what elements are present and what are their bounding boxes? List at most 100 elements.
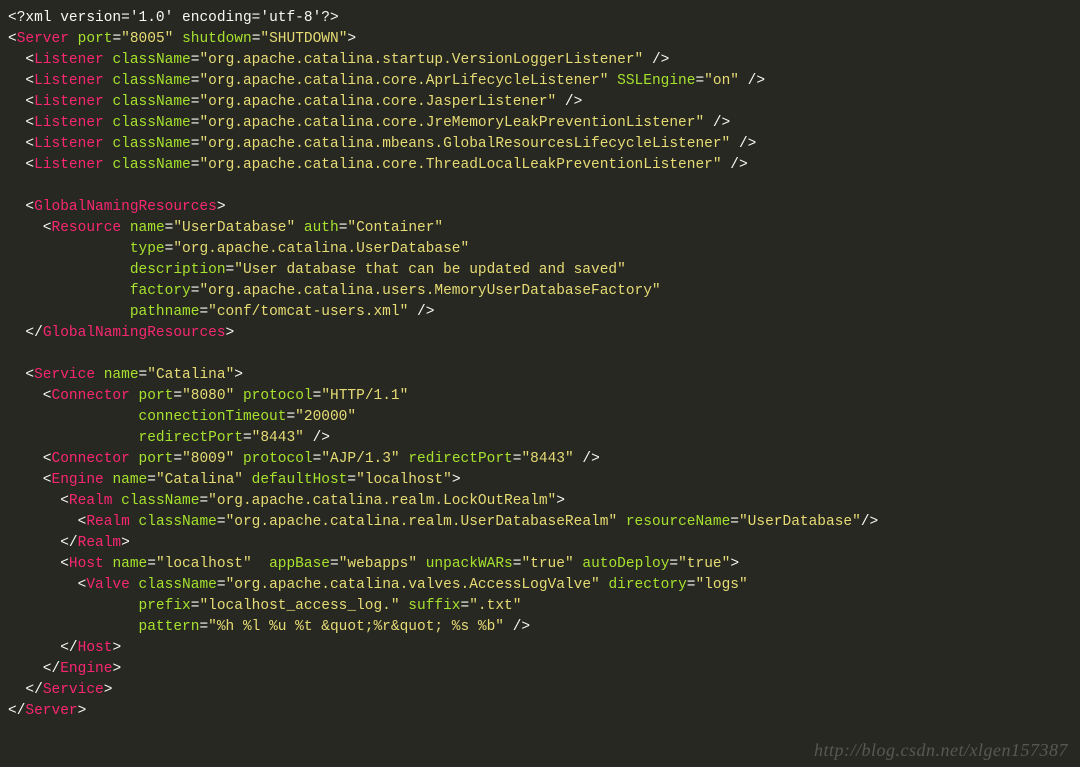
token-pi: <? <box>8 10 25 26</box>
token-br <box>8 241 130 257</box>
token-br: < <box>8 556 69 572</box>
token-br <box>130 388 139 404</box>
code-line: </Host> <box>8 640 121 656</box>
token-br <box>252 556 269 572</box>
token-br: = <box>347 472 356 488</box>
token-attr: pathname <box>130 304 200 320</box>
token-tag: Listener <box>34 136 104 152</box>
code-line: </Realm> <box>8 535 130 551</box>
code-line: <Service name="Catalina"> <box>8 367 243 383</box>
token-str: "20000" <box>295 409 356 425</box>
token-attr: redirectPort <box>139 430 243 446</box>
token-attr: name <box>112 472 147 488</box>
code-line: factory="org.apache.catalina.users.Memor… <box>8 283 661 299</box>
token-br: = <box>173 451 182 467</box>
token-str: "Catalina" <box>147 367 234 383</box>
code-line: </Service> <box>8 682 112 698</box>
code-line: prefix="localhost_access_log." suffix=".… <box>8 598 521 614</box>
token-pi: ?> <box>321 10 338 26</box>
code-line: <Listener className="org.apache.catalina… <box>8 157 748 173</box>
token-attr: className <box>112 94 190 110</box>
token-str: "8443" <box>252 430 304 446</box>
code-line: connectionTimeout="20000" <box>8 409 356 425</box>
token-br: /> <box>574 451 600 467</box>
token-br <box>400 598 409 614</box>
token-br: < <box>8 514 86 530</box>
token-tag: Listener <box>34 52 104 68</box>
token-br: > <box>112 640 121 656</box>
token-br: < <box>8 472 52 488</box>
token-br <box>173 31 182 47</box>
token-br: < <box>8 115 34 131</box>
token-tag: Service <box>43 682 104 698</box>
token-str: "org.apache.catalina.core.JasperListener… <box>199 94 556 110</box>
token-br: /> <box>861 514 878 530</box>
token-attr: className <box>112 115 190 131</box>
code-line: <Listener className="org.apache.catalina… <box>8 115 730 131</box>
token-br: = <box>313 451 322 467</box>
code-line: pattern="%h %l %u %t &quot;%r&quot; %s %… <box>8 619 530 635</box>
token-br <box>8 619 139 635</box>
token-attr: unpackWARs <box>426 556 513 572</box>
token-br: = <box>243 430 252 446</box>
token-str: "org.apache.catalina.valves.AccessLogVal… <box>226 577 600 593</box>
token-tag: Connector <box>52 388 130 404</box>
token-br: > <box>234 367 243 383</box>
token-br <box>8 304 130 320</box>
code-line: <GlobalNamingResources> <box>8 199 226 215</box>
code-line: <Server port="8005" shutdown="SHUTDOWN"> <box>8 31 356 47</box>
token-attr: type <box>130 241 165 257</box>
token-tag: Engine <box>60 661 112 677</box>
token-br: /> <box>643 52 669 68</box>
token-br: < <box>8 199 34 215</box>
token-br: < <box>8 52 34 68</box>
token-attr: port <box>78 31 113 47</box>
token-br: > <box>112 661 121 677</box>
token-str: "HTTP/1.1" <box>321 388 408 404</box>
token-br: > <box>121 535 130 551</box>
token-str: "localhost" <box>156 556 252 572</box>
token-str: "Container" <box>347 220 443 236</box>
token-attr: className <box>112 157 190 173</box>
token-str: "true" <box>678 556 730 572</box>
code-line: <Host name="localhost" appBase="webapps"… <box>8 556 739 572</box>
token-attr: autoDeploy <box>582 556 669 572</box>
token-br <box>8 283 130 299</box>
token-tag: Server <box>17 31 69 47</box>
token-str: "8005" <box>121 31 173 47</box>
token-attr: factory <box>130 283 191 299</box>
code-line: <Engine name="Catalina" defaultHost="loc… <box>8 472 461 488</box>
token-tag: Connector <box>52 451 130 467</box>
token-attr: protocol <box>243 451 313 467</box>
code-line: <Listener className="org.apache.catalina… <box>8 73 765 89</box>
token-br <box>121 220 130 236</box>
token-br <box>617 514 626 530</box>
token-br <box>243 472 252 488</box>
token-br: > <box>226 325 235 341</box>
token-br: </ <box>8 661 60 677</box>
token-br: = <box>147 556 156 572</box>
token-attr: port <box>139 388 174 404</box>
token-str: "logs" <box>695 577 747 593</box>
token-tag: GlobalNamingResources <box>43 325 226 341</box>
token-br: = <box>139 367 148 383</box>
token-str: "on" <box>704 73 739 89</box>
token-attr: connectionTimeout <box>139 409 287 425</box>
token-tag: Resource <box>52 220 122 236</box>
token-attr: directory <box>608 577 686 593</box>
token-br: = <box>217 514 226 530</box>
token-br: </ <box>8 535 78 551</box>
token-tag: Realm <box>78 535 122 551</box>
token-str: "org.apache.catalina.core.AprLifecycleLi… <box>199 73 608 89</box>
code-line: description="User database that can be u… <box>8 262 626 278</box>
token-tag: Realm <box>86 514 130 530</box>
code-line: <Realm className="org.apache.catalina.re… <box>8 493 565 509</box>
token-attr: shutdown <box>182 31 252 47</box>
token-br: > <box>452 472 461 488</box>
token-tag: GlobalNamingResources <box>34 199 217 215</box>
token-attr: redirectPort <box>408 451 512 467</box>
code-line: <Connector port="8009" protocol="AJP/1.3… <box>8 451 600 467</box>
token-br: > <box>217 199 226 215</box>
token-br: = <box>669 556 678 572</box>
token-br: /> <box>704 115 730 131</box>
